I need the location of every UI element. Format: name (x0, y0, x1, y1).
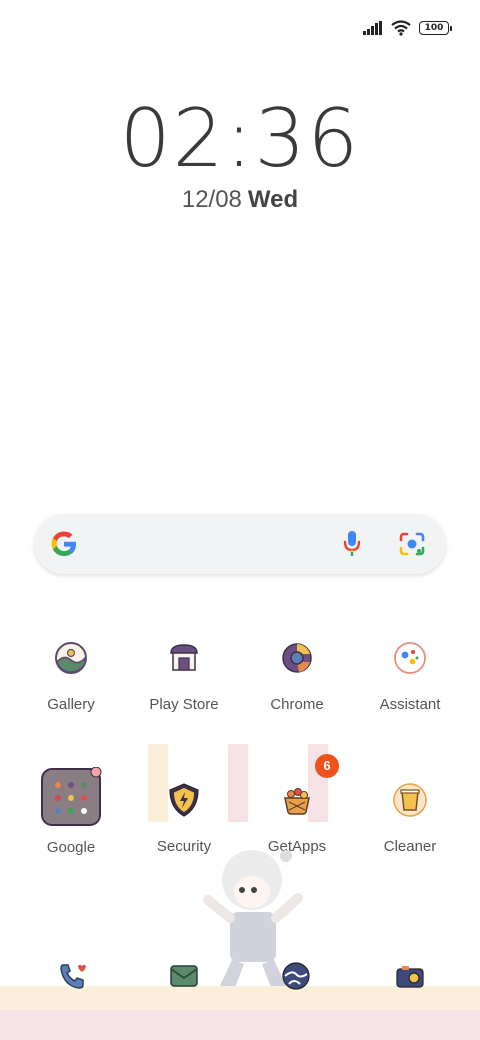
messages-icon[interactable] (168, 960, 200, 992)
clock-time[interactable]: 02:36 (0, 92, 480, 185)
play-store-icon (170, 644, 198, 671)
app-chrome[interactable]: Chrome (237, 638, 357, 713)
cell-signal-icon (363, 21, 382, 35)
app-play-store[interactable]: Play Store (124, 638, 244, 713)
chrome-icon (282, 643, 312, 673)
google-search-bar[interactable] (34, 514, 446, 574)
app-label: Cleaner (383, 838, 437, 855)
assistant-icon (394, 642, 426, 674)
gallery-icon (55, 642, 87, 674)
clock-date[interactable]: 12/08 Wed (0, 186, 480, 214)
notification-badge: 6 (315, 754, 339, 778)
lens-camera-icon[interactable] (398, 530, 426, 558)
getapps-icon (284, 788, 310, 815)
security-icon (169, 783, 199, 817)
status-bar: 100 (363, 14, 452, 42)
wifi-icon (391, 20, 411, 36)
wallpaper-floor-band (0, 1010, 480, 1040)
app-label: Chrome (270, 696, 324, 713)
app-gallery[interactable]: Gallery (11, 638, 131, 713)
google-folder-icon (41, 767, 102, 826)
date-text: 12/08 (181, 186, 242, 213)
battery-indicator: 100 (419, 21, 452, 35)
google-g-icon (51, 531, 76, 556)
app-label: Assistant (379, 696, 441, 713)
weekday-text: Wed (247, 186, 299, 213)
battery-level: 100 (419, 21, 449, 35)
app-label: Play Store (149, 696, 219, 713)
cleaner-icon (393, 783, 427, 817)
app-label: Google (46, 839, 96, 856)
app-label: Gallery (47, 696, 95, 713)
microphone-icon[interactable] (342, 530, 362, 558)
app-assistant[interactable]: Assistant (350, 638, 470, 713)
camera-icon[interactable] (394, 960, 426, 992)
folder-google[interactable]: Google (11, 767, 131, 856)
browser-icon[interactable] (280, 960, 312, 992)
phone-icon[interactable] (56, 960, 88, 992)
app-cleaner[interactable]: Cleaner (350, 780, 470, 855)
